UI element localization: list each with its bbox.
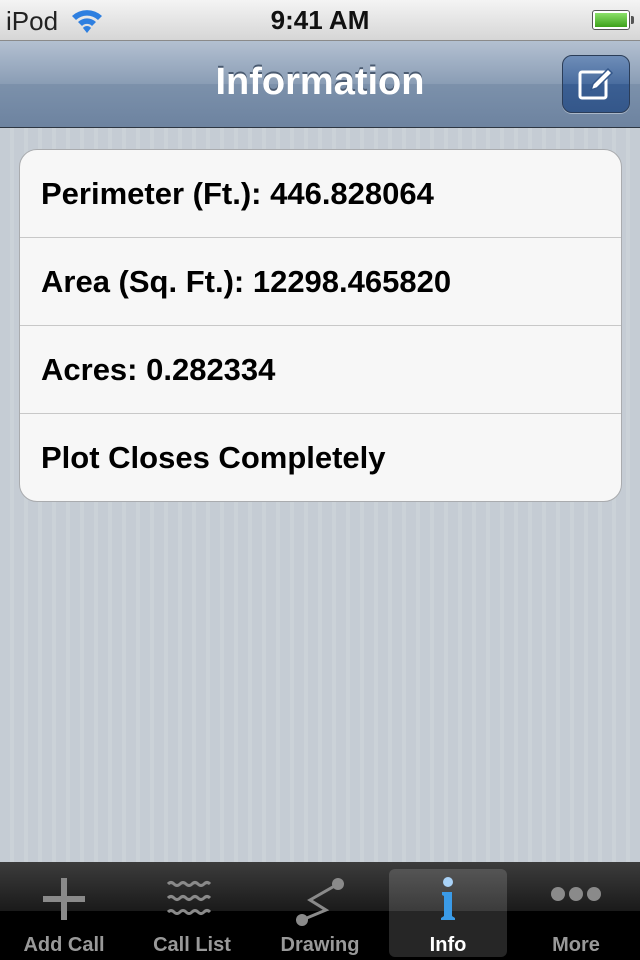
tab-call-list[interactable]: Call List — [128, 862, 256, 960]
info-table: Perimeter (Ft.): 446.828064 Area (Sq. Ft… — [19, 149, 622, 502]
tab-info[interactable]: Info — [389, 862, 517, 960]
tab-add-call[interactable]: Add Call — [0, 862, 128, 960]
page-title: Information — [215, 61, 425, 103]
info-row-acres: Acres: 0.282334 — [20, 326, 621, 414]
info-row-area: Area (Sq. Ft.): 12298.465820 — [20, 238, 621, 326]
info-icon — [441, 877, 455, 920]
tab-drawing[interactable]: Drawing — [256, 862, 384, 960]
tab-label: Call List — [153, 934, 231, 956]
area-label: Area (Sq. Ft.): 12298.465820 — [41, 264, 452, 299]
perimeter-label: Perimeter (Ft.): 446.828064 — [41, 176, 434, 211]
status-bar: iPod 9:41 AM — [0, 0, 640, 41]
plus-icon — [43, 878, 85, 920]
info-row-closure: Plot Closes Completely — [20, 414, 621, 501]
tab-more[interactable]: More — [512, 862, 640, 960]
clock: 9:41 AM — [270, 5, 370, 35]
acres-label: Acres: 0.282334 — [41, 352, 276, 387]
tab-label: Info — [429, 934, 467, 956]
tab-bar: Add Call Call List Drawing Info More — [0, 862, 640, 960]
more-icon — [551, 887, 601, 901]
compose-icon — [578, 67, 614, 100]
tab-label: Drawing — [280, 934, 360, 956]
drawing-icon — [296, 878, 344, 926]
tab-label: Add Call — [23, 934, 105, 956]
wavy-list-icon — [166, 881, 212, 915]
info-row-perimeter: Perimeter (Ft.): 446.828064 — [20, 150, 621, 238]
tab-label: More — [552, 934, 600, 956]
compose-button[interactable] — [562, 55, 630, 113]
navigation-bar: Information — [0, 41, 640, 128]
closure-status: Plot Closes Completely — [41, 440, 386, 475]
battery-full-icon — [592, 10, 634, 30]
